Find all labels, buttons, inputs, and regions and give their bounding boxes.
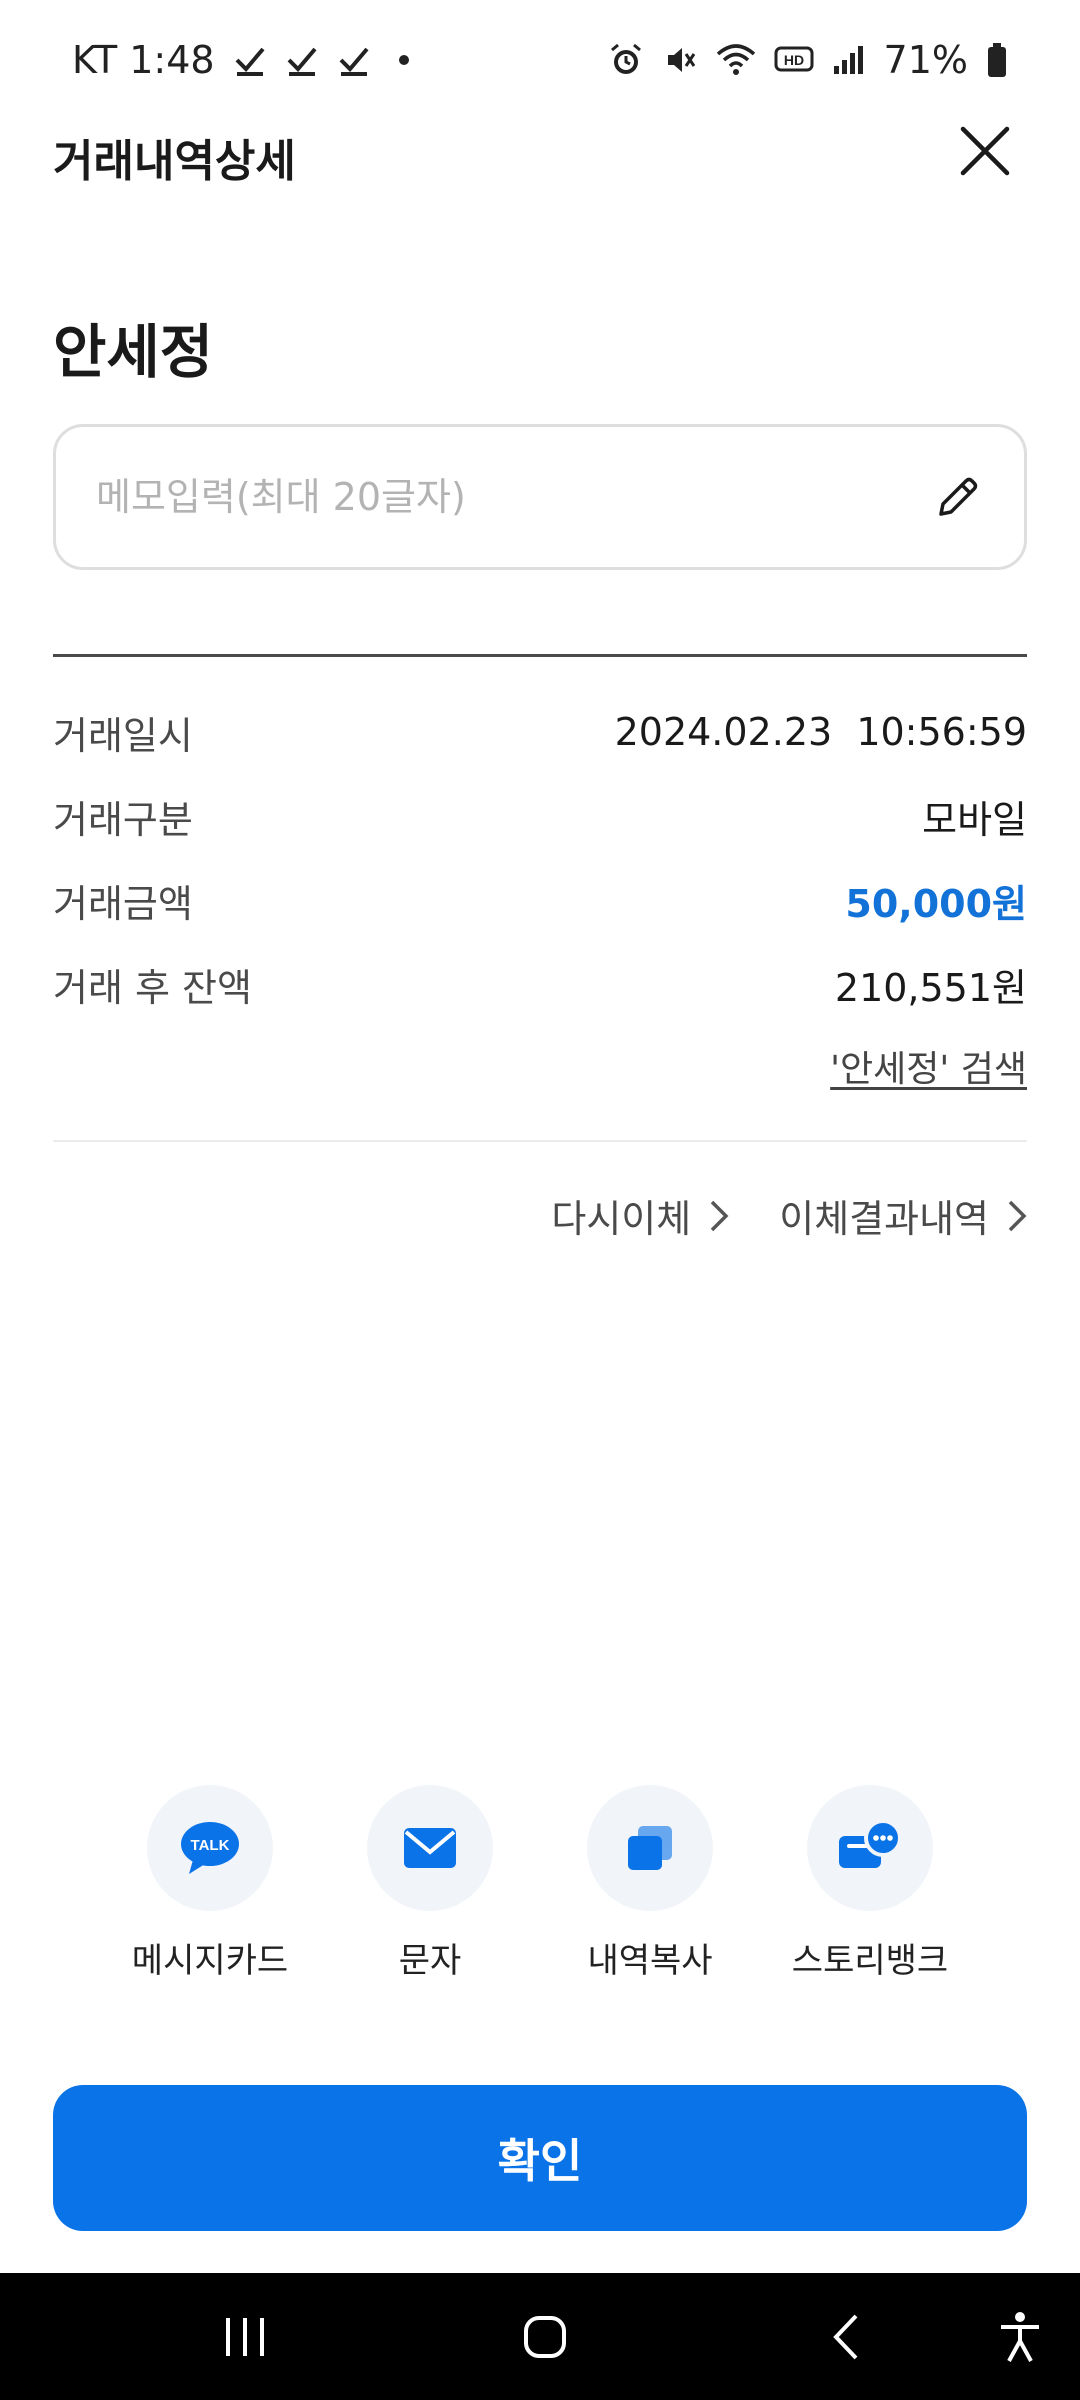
carrier-time: KT 1:48 (72, 38, 215, 82)
kakaotalk-icon: TALK (181, 1822, 239, 1874)
status-right: HD 71% (608, 38, 1008, 82)
screen: KT 1:48 HD 71% 거래내역상세 안세정 거래일시 20 (0, 0, 1080, 2400)
light-divider (53, 1140, 1027, 1142)
share-circle: TALK (147, 1785, 273, 1911)
status-bar: KT 1:48 HD 71% (0, 0, 1080, 120)
battery-icon (988, 43, 1006, 77)
back-button[interactable] (805, 2273, 885, 2400)
check-icon (235, 47, 265, 76)
recent-apps-icon (226, 2317, 264, 2356)
chevron-right-icon (710, 1200, 729, 1231)
recipient-name: 안세정 (53, 318, 214, 386)
accessibility-icon (1001, 2311, 1039, 2362)
share-copy[interactable]: 내역복사 (540, 1785, 760, 1982)
page-title: 거래내역상세 (53, 136, 296, 187)
home-button[interactable] (500, 2273, 590, 2400)
navigation-bar (0, 2273, 1080, 2400)
kakao-badge-text: TALK (191, 1837, 230, 1854)
transfer-history-label: 이체결과내역 (779, 1197, 989, 1241)
wifi-icon (716, 44, 755, 75)
detail-value: 모바일 (922, 797, 1027, 842)
chat-bubbles-icon (839, 1820, 902, 1868)
svg-text:HD: HD (783, 52, 803, 68)
share-circle (367, 1785, 493, 1911)
share-label: 내역복사 (587, 1941, 713, 1981)
share-label: 메시지카드 (131, 1941, 289, 1981)
detail-label: 거래구분 (53, 797, 193, 842)
share-label: 스토리뱅크 (791, 1941, 949, 1981)
accessibility-button[interactable] (975, 2273, 1065, 2400)
detail-row-amount: 거래금액 50,000원 (53, 870, 1027, 930)
memo-field[interactable] (53, 424, 1027, 570)
chevron-right-icon (1008, 1200, 1027, 1231)
notification-dot-icon (398, 55, 409, 65)
back-icon (833, 2314, 858, 2359)
detail-row-datetime: 거래일시 2024.02.23 10:56:59 (53, 702, 1027, 762)
mute-icon (667, 48, 695, 72)
mail-icon (404, 1828, 456, 1868)
share-message-card[interactable]: TALK 메시지카드 (100, 1785, 320, 1982)
detail-label: 거래금액 (53, 881, 193, 926)
status-left: KT 1:48 (72, 38, 409, 82)
pencil-icon[interactable] (930, 469, 986, 525)
detail-value: 210,551원 (834, 965, 1027, 1010)
check-icon (339, 47, 369, 76)
action-links: 다시이체 이체결과내역 (551, 1188, 1027, 1243)
battery-percent: 71% (883, 38, 968, 82)
transfer-history-link[interactable]: 이체결과내역 (779, 1188, 1027, 1243)
detail-label: 거래 후 잔액 (53, 965, 252, 1010)
share-circle (807, 1785, 933, 1911)
close-button[interactable] (955, 118, 1015, 184)
detail-row-type: 거래구분 모바일 (53, 786, 1027, 846)
recent-apps-button[interactable] (200, 2273, 290, 2400)
detail-value: 2024.02.23 10:56:59 (614, 710, 1027, 754)
search-name-link[interactable]: '안세정' 검색 (830, 1040, 1027, 1092)
hd-icon: HD (774, 46, 814, 72)
confirm-button[interactable]: 확인 (53, 2085, 1027, 2231)
detail-label: 거래일시 (53, 713, 193, 758)
copy-icon (628, 1826, 672, 1870)
detail-row-balance: 거래 후 잔액 210,551원 (53, 954, 1027, 1014)
close-icon (960, 126, 1010, 176)
home-icon (524, 2315, 566, 2358)
retransfer-label: 다시이체 (551, 1197, 692, 1241)
signal-icon (833, 46, 863, 74)
share-sms[interactable]: 문자 (320, 1785, 540, 1982)
share-label: 문자 (398, 1941, 462, 1981)
share-circle (587, 1785, 713, 1911)
transaction-amount: 50,000원 (845, 881, 1027, 926)
check-icon (287, 47, 317, 76)
memo-input[interactable] (96, 475, 930, 519)
retransfer-link[interactable]: 다시이체 (551, 1188, 729, 1243)
section-divider (53, 654, 1027, 657)
share-storybank[interactable]: 스토리뱅크 (760, 1785, 980, 1982)
alarm-icon (610, 43, 641, 74)
